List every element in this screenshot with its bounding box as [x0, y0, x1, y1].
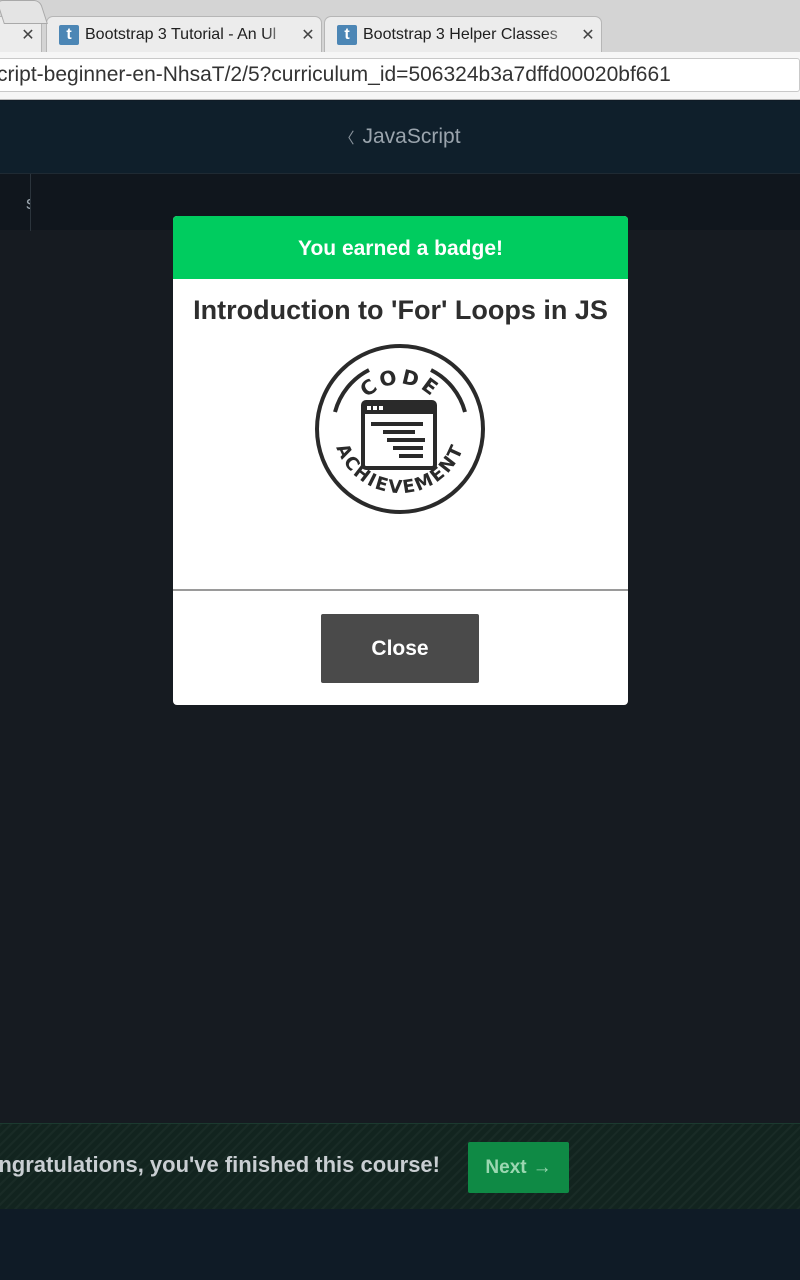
browser-tab-title: Bootstrap 3 Tutorial - An Ul: [85, 25, 277, 43]
address-bar: cript-beginner-en-NhsaT/2/5?curriculum_i…: [0, 52, 800, 100]
close-button[interactable]: Close: [321, 614, 479, 683]
tab-close-icon[interactable]: ✕: [15, 25, 41, 45]
browser-tab-title: Bootstrap 3 Helper Classes: [363, 25, 558, 43]
course-complete-bar: ngratulations, you've finished this cour…: [0, 1123, 800, 1209]
badge-modal: You earned a badge! Introduction to 'For…: [173, 216, 628, 705]
badge-title: Introduction to 'For' Loops in JS: [193, 295, 608, 325]
subnav-tab-label: s: [26, 193, 30, 213]
url-field[interactable]: cript-beginner-en-NhsaT/2/5?curriculum_i…: [0, 58, 800, 92]
tumblr-favicon-icon: t: [337, 24, 357, 45]
browser-tab[interactable]: t Bootstrap 3 Tutorial - An Ul ✕: [46, 16, 322, 52]
subnav-tab[interactable]: s: [0, 174, 31, 231]
next-button[interactable]: Next →: [468, 1142, 569, 1193]
next-button-label: Next: [485, 1156, 527, 1178]
arrow-right-icon: →: [532, 1156, 552, 1178]
chevron-left-icon: 〈: [339, 129, 355, 147]
modal-divider: [173, 589, 628, 591]
modal-header: You earned a badge!: [173, 216, 628, 279]
browser-tab-strip: r ✕ t Bootstrap 3 Tutorial - An Ul ✕ t B…: [0, 0, 800, 52]
tumblr-favicon-icon: t: [59, 24, 79, 45]
code-achievement-badge-icon: CODE ACHIEVEMENT: [315, 344, 485, 514]
back-link-label: JavaScript: [362, 125, 461, 148]
browser-tab-title: r: [0, 26, 15, 44]
tab-close-icon[interactable]: ✕: [295, 25, 321, 45]
page-footer: [0, 1209, 800, 1280]
congrats-message: ngratulations, you've finished this cour…: [0, 1152, 440, 1177]
back-link[interactable]: 〈 JavaScript: [339, 125, 460, 149]
new-tab-button[interactable]: [0, 0, 48, 24]
tab-close-icon[interactable]: ✕: [575, 25, 601, 45]
app-header: 〈 JavaScript: [0, 101, 800, 173]
browser-tab[interactable]: t Bootstrap 3 Helper Classes ✕: [324, 16, 602, 52]
